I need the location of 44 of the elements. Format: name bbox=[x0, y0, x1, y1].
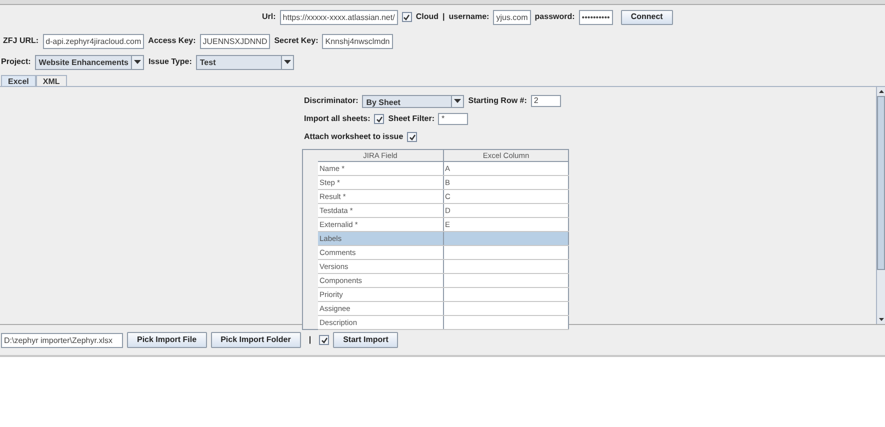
tab[interactable]: XML bbox=[36, 75, 67, 86]
project-dropdown[interactable]: Website Enhancements bbox=[34, 54, 144, 70]
dropdown-arrow-icon bbox=[134, 60, 142, 64]
sheet-filter-field[interactable]: * bbox=[438, 113, 468, 125]
starting-row-field[interactable]: 2 bbox=[530, 95, 561, 107]
secret-key-field[interactable]: Knnshj4nwsclmdn bbox=[322, 34, 393, 48]
field-label: Access Key: bbox=[148, 35, 196, 47]
field-label: ZFJ URL: bbox=[3, 35, 39, 47]
vertical-scrollbar[interactable] bbox=[876, 87, 885, 324]
start-import-button[interactable]: Start Import bbox=[333, 332, 398, 348]
field-label: password: bbox=[534, 11, 575, 23]
file-path-field[interactable]: D:\zephyr importer\Zephyr.xlsx bbox=[1, 332, 123, 348]
field-label: Cloud bbox=[416, 11, 438, 23]
checkbox[interactable] bbox=[402, 12, 412, 22]
field-label: Import all sheets: bbox=[304, 113, 370, 125]
pick-folder-button[interactable]: Pick Import Folder bbox=[210, 332, 301, 348]
separator: | bbox=[308, 334, 312, 346]
pick-file-button[interactable]: Pick Import File bbox=[127, 332, 207, 348]
issue-type-dropdown[interactable]: Test bbox=[196, 54, 294, 70]
checkbox[interactable] bbox=[319, 335, 330, 345]
connect-button[interactable]: Connect bbox=[620, 10, 673, 24]
checkbox[interactable] bbox=[407, 132, 418, 142]
field-label: Secret Key: bbox=[274, 35, 318, 47]
url-field[interactable]: d-api.zephyr4jiracloud.com bbox=[42, 34, 144, 48]
scroll-up-arrow-icon[interactable] bbox=[878, 90, 884, 93]
field-label: Discriminator: bbox=[304, 95, 358, 107]
tab[interactable]: Excel bbox=[1, 75, 36, 86]
access-key-field[interactable]: JUENNSXJDNND bbox=[200, 34, 270, 48]
discriminator-dropdown[interactable]: By Sheet bbox=[362, 94, 464, 108]
url-field[interactable]: https://xxxxx-xxxx.atlassian.net/ bbox=[280, 10, 398, 24]
dropdown-arrow-icon bbox=[454, 99, 462, 103]
field-label: Attach worksheet to issue bbox=[304, 131, 404, 143]
dropdown-arrow-icon bbox=[284, 60, 291, 64]
field-label: Sheet Filter: bbox=[388, 113, 434, 125]
field-label: Starting Row #: bbox=[468, 95, 527, 107]
field-label: Issue Type: bbox=[148, 56, 192, 68]
password-field[interactable]: •••••••••• bbox=[578, 10, 613, 24]
field-label: Url: bbox=[262, 11, 276, 23]
field-label: username: bbox=[448, 11, 490, 23]
separator: | bbox=[442, 11, 445, 23]
checkbox[interactable] bbox=[374, 114, 384, 124]
scroll-down-arrow-icon[interactable] bbox=[878, 318, 884, 321]
username-field[interactable]: yjus.com bbox=[493, 10, 531, 24]
field-label: Project: bbox=[1, 56, 31, 68]
